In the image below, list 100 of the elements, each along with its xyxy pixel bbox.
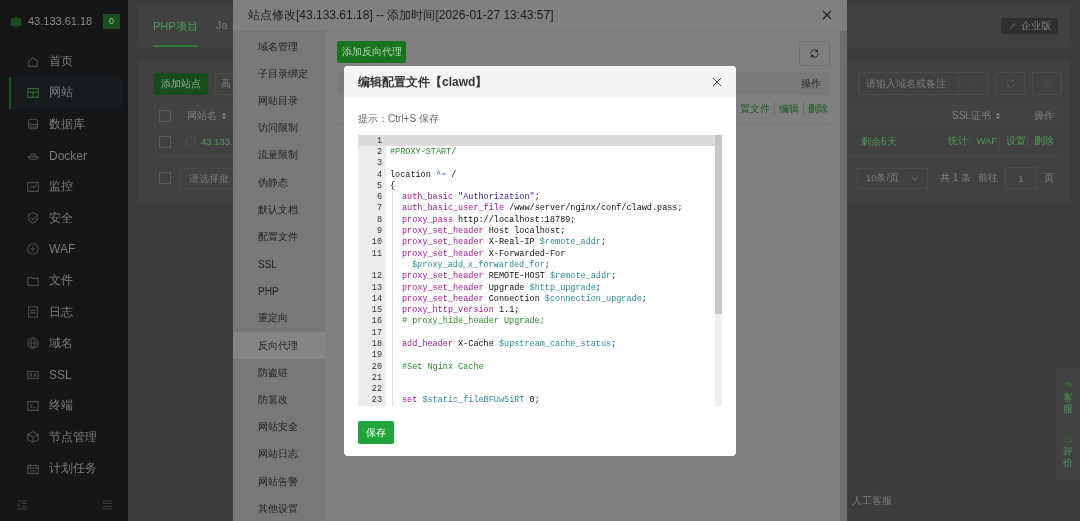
action-link[interactable]: 统计	[948, 135, 968, 148]
settings-menu-item[interactable]: 防篡改	[233, 386, 325, 414]
nav-item[interactable]: SSL	[0, 358, 122, 391]
nav-item[interactable]: 日志	[0, 296, 122, 328]
settings-menu-item[interactable]: 流量限制	[233, 141, 325, 169]
list-icon[interactable]	[102, 500, 113, 510]
close-icon[interactable]	[822, 10, 832, 20]
code-line: add_header X-Cache $upstream_cache_status;	[402, 339, 617, 349]
close-icon[interactable]	[712, 77, 722, 87]
code-line: proxy_set_header Host localhost;	[402, 226, 566, 236]
settings-menu-item[interactable]: 网站告警	[233, 468, 325, 496]
code-editor[interactable]	[358, 135, 722, 406]
settings-menu-item[interactable]: PHP	[233, 277, 325, 305]
home-icon	[26, 54, 40, 69]
code-line: # proxy_hide_header Upgrade;	[402, 316, 545, 327]
action-link[interactable]: WAF	[969, 135, 998, 148]
nav-item[interactable]: 监控	[0, 171, 122, 203]
code-line: proxy_set_header Connection $connection_upgrade;	[402, 293, 647, 304]
nav-item[interactable]: 终端	[0, 390, 122, 422]
nav-item[interactable]: 节点管理	[0, 421, 122, 453]
total-count: 共 1 条	[939, 171, 971, 185]
nav-item[interactable]: 网站	[9, 77, 122, 109]
nav-item[interactable]: WAF	[0, 233, 122, 266]
line-number: 13	[370, 282, 382, 293]
project-tab[interactable]: PHP项目	[153, 5, 198, 47]
line-number: 11	[370, 248, 382, 259]
scrollbar[interactable]	[840, 31, 847, 521]
line-number: 19	[370, 350, 382, 361]
action-link[interactable]: 删除	[1027, 135, 1054, 148]
settings-menu-item[interactable]: 默认文档	[233, 196, 325, 224]
settings-menu-item[interactable]: 防盗链	[233, 359, 325, 387]
line-number: 17	[370, 327, 382, 338]
ssl-expiry: 剩余6天	[861, 134, 898, 149]
scrollbar[interactable]	[715, 135, 722, 406]
add-proxy-button[interactable]: 添加反向代理	[337, 41, 406, 63]
float-button[interactable]: 评价	[1063, 434, 1073, 468]
nav-item[interactable]: 域名	[0, 327, 122, 359]
line-number: 10	[370, 237, 382, 248]
line-number: 12	[370, 271, 382, 282]
hint-text: 提示：Ctrl+S 保存	[358, 112, 439, 126]
settings-menu-item[interactable]: 重定向	[233, 304, 325, 333]
code-line: proxy_set_header REMOTE-HOST $remote_addr;	[402, 271, 617, 282]
action-link[interactable]: 删除	[803, 102, 828, 116]
log-icon	[26, 305, 40, 319]
line-number: 22	[370, 384, 382, 395]
code-line: proxy_http_version 1.1;	[402, 305, 520, 316]
settings-menu-item[interactable]: 其他设置	[233, 495, 325, 521]
nav-item[interactable]: 安全	[0, 202, 122, 234]
nav-item[interactable]: 文件	[0, 265, 122, 297]
settings-menu-item[interactable]: 访问限制	[233, 114, 325, 142]
notification-badge[interactable]: 0	[103, 13, 120, 29]
add-site-button[interactable]: 添加站点	[154, 72, 208, 95]
settings-menu-item[interactable]: 网站安全	[233, 413, 325, 441]
action-link[interactable]: 置文件	[736, 102, 774, 116]
settings-menu-item[interactable]: 伪静态	[233, 168, 325, 197]
save-button[interactable]: 保存	[358, 421, 394, 444]
cube-icon	[26, 430, 40, 445]
checkbox[interactable]	[159, 135, 171, 148]
code-line: auth_basic "Authorization";	[402, 192, 540, 203]
dialog-title: 编辑配置文件【clawd】	[358, 73, 488, 91]
settings-menu-item[interactable]: SSL	[233, 250, 325, 278]
refresh-button[interactable]	[799, 41, 830, 66]
code-line: #Set Nginx Cache	[402, 361, 484, 372]
server-address: 43.133.61.18	[28, 15, 94, 27]
code-line: #PROXY-START/	[390, 146, 457, 157]
action-link[interactable]: 设置	[998, 135, 1026, 148]
checkbox[interactable]	[159, 172, 171, 184]
settings-menu-item[interactable]: 反向代理	[233, 332, 325, 360]
nav-item[interactable]: 首页	[0, 46, 122, 78]
chevron-icon	[910, 175, 919, 181]
line-number: 1	[375, 135, 382, 146]
nav-item[interactable]: 数据库	[0, 108, 122, 140]
line-number: 14	[370, 293, 382, 304]
code-line: proxy_set_header X-Real-IP $remote_addr;	[402, 237, 607, 248]
box-logo-icon	[9, 14, 23, 28]
nav-item[interactable]: 计划任务	[0, 452, 122, 485]
edit-icon	[1063, 434, 1073, 443]
enterprise-button[interactable]: 企业版	[1001, 18, 1058, 34]
line-number: 5	[375, 180, 382, 191]
code-line: set $static_fileBFUw5iRT 0;	[402, 395, 540, 406]
shield-icon	[26, 211, 40, 226]
line-number: 15	[370, 305, 382, 316]
line-number: 8	[375, 214, 382, 225]
sort-icon	[221, 112, 227, 120]
dialog-title: 站点修改[43.133.61.18] -- 添加时间[2026-01-27 13:43:57]	[248, 6, 554, 24]
float-button[interactable]: 客服	[1063, 380, 1073, 414]
line-number: 7	[375, 203, 382, 214]
action-link[interactable]: 编辑	[774, 102, 803, 116]
code-line: proxy_set_header Upgrade $http_upgrade;	[402, 282, 601, 293]
settings-menu-item[interactable]: 配置文件	[233, 223, 325, 251]
nav-item[interactable]: Docker	[0, 139, 122, 172]
line-number: 4	[375, 169, 382, 180]
code-line: $proxy_add_x_forwarded_for;	[412, 259, 550, 270]
calendar-icon	[26, 461, 40, 476]
site-name-link[interactable]: 43.133.	[201, 136, 233, 147]
line-number: 21	[370, 372, 382, 383]
settings-menu-item[interactable]: 域名管理	[233, 33, 325, 61]
settings-menu-item[interactable]: 网站日志	[233, 440, 325, 468]
chart-icon	[26, 179, 40, 194]
collapse-icon[interactable]	[17, 500, 28, 510]
